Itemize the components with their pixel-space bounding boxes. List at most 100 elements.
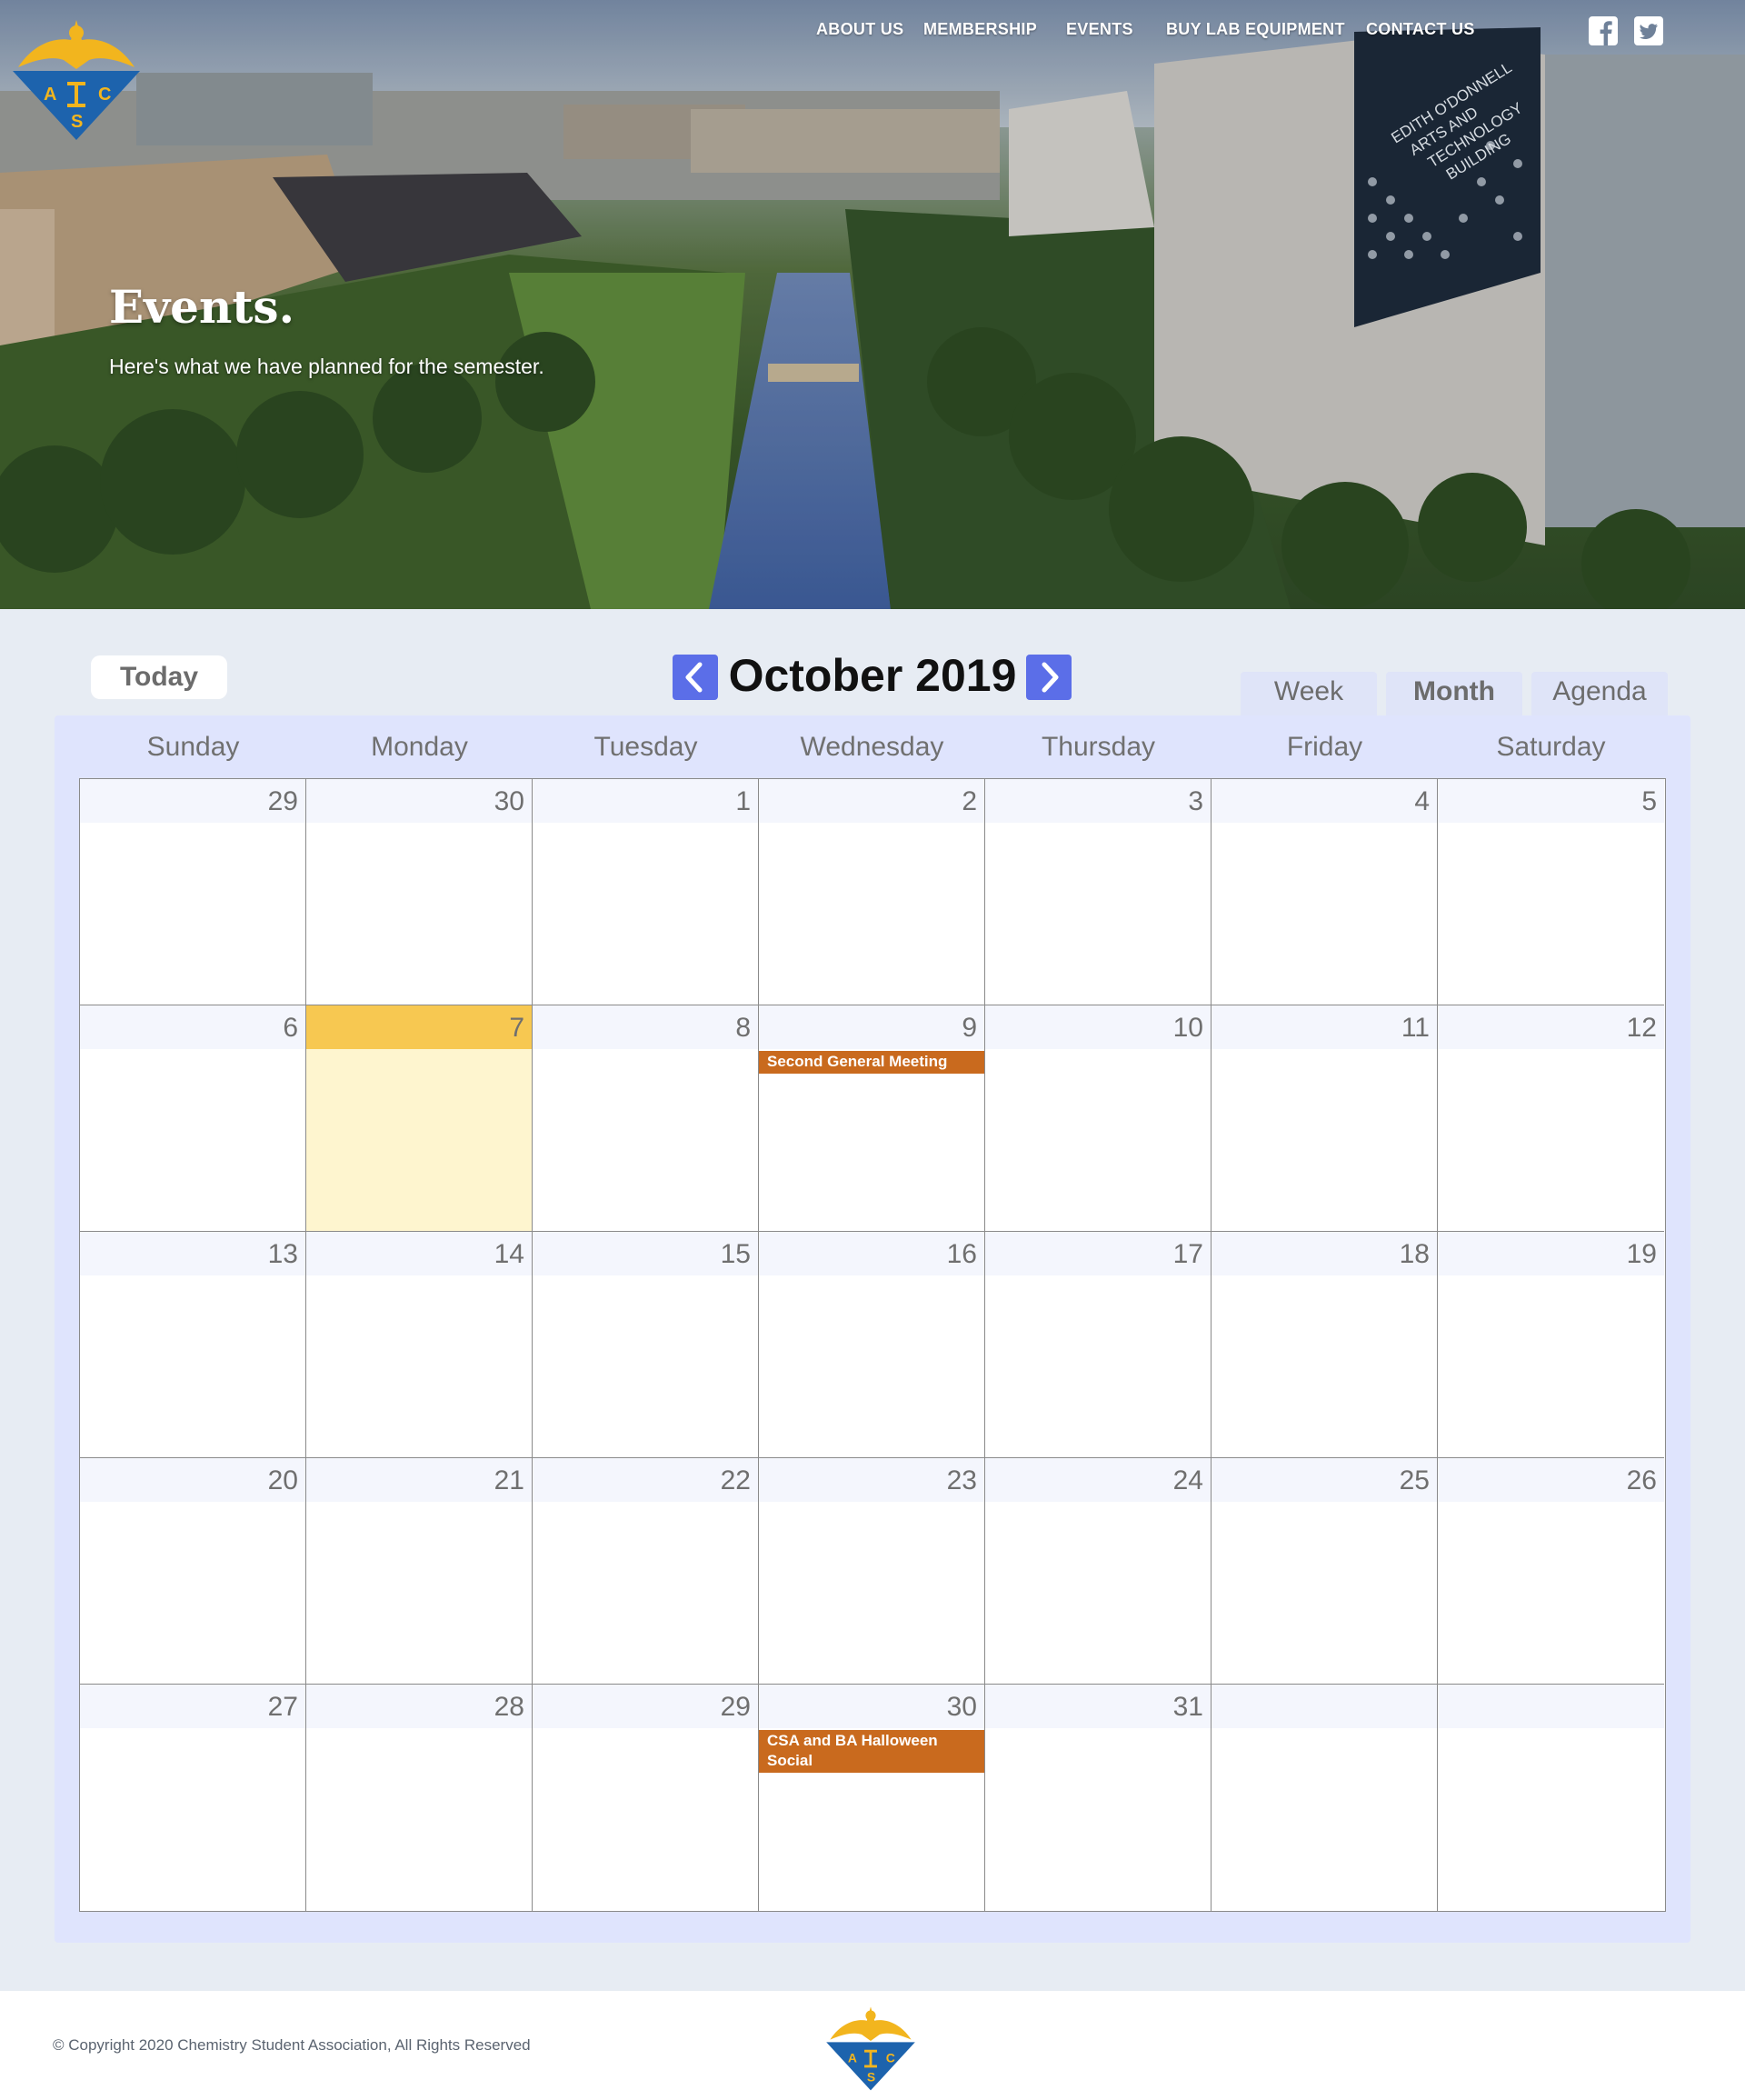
day-cell[interactable]: 14	[306, 1232, 533, 1458]
prev-month-button[interactable]	[673, 655, 718, 700]
day-cell-header	[1438, 1685, 1664, 1728]
day-number: 26	[1626, 1465, 1657, 1495]
day-cell[interactable]: 23	[759, 1458, 985, 1685]
calendar-event[interactable]: CSA and BA Halloween Social	[759, 1730, 984, 1773]
logo-letter-c: C	[98, 85, 111, 105]
nav-events[interactable]: EVENTS	[1066, 20, 1133, 39]
day-cell[interactable]: 19	[1438, 1232, 1664, 1458]
day-number: 21	[494, 1465, 524, 1495]
day-cell[interactable]: 1	[533, 779, 759, 1005]
day-number: 2	[962, 786, 977, 816]
day-cell[interactable]: 30 CSA and BA Halloween Social	[759, 1685, 985, 1911]
day-number: 11	[1401, 1013, 1430, 1043]
main-nav: ABOUT US MEMBERSHIP EVENTS BUY LAB EQUIP…	[0, 20, 1745, 47]
day-cell[interactable]: 15	[533, 1232, 759, 1458]
day-number: 16	[946, 1239, 977, 1269]
day-number: 4	[1414, 786, 1430, 816]
day-cell-header	[80, 1005, 305, 1049]
weekday-header: Saturday	[1496, 732, 1606, 762]
tab-week[interactable]: Week	[1241, 672, 1377, 715]
day-number: 20	[267, 1465, 298, 1495]
day-cell[interactable]: 28	[306, 1685, 533, 1911]
day-cell[interactable]: 30	[306, 779, 533, 1005]
day-number: 18	[1399, 1239, 1430, 1269]
day-number: 22	[720, 1465, 751, 1495]
day-cell[interactable]: 16	[759, 1232, 985, 1458]
day-cell[interactable]: 10	[985, 1005, 1212, 1232]
nav-contact-us[interactable]: CONTACT US	[1366, 20, 1475, 39]
day-cell[interactable]: 12	[1438, 1005, 1664, 1232]
footer-acs-logo[interactable]: A C S	[823, 2002, 919, 2093]
day-number: 6	[283, 1013, 298, 1043]
hero-banner: EDITH O'DONNELL ARTS AND TECHNOLOGY BUIL…	[0, 0, 1745, 609]
day-number: 9	[962, 1013, 977, 1043]
day-number: 10	[1172, 1013, 1203, 1043]
footer-logo-letter-c: C	[886, 2051, 895, 2065]
day-cell[interactable]: 17	[985, 1232, 1212, 1458]
day-number: 12	[1626, 1013, 1657, 1043]
nav-about-us[interactable]: ABOUT US	[816, 20, 903, 39]
day-cell[interactable]	[1212, 1685, 1438, 1911]
tab-month[interactable]: Month	[1386, 672, 1522, 715]
day-number: 23	[946, 1465, 977, 1495]
weekday-header: Thursday	[1041, 732, 1156, 762]
tab-agenda[interactable]: Agenda	[1531, 672, 1668, 715]
twitter-icon[interactable]	[1634, 16, 1663, 45]
nav-membership[interactable]: MEMBERSHIP	[923, 20, 1037, 39]
day-cell-header	[533, 779, 758, 823]
day-cell[interactable]: 13	[80, 1232, 306, 1458]
day-cell[interactable]: 27	[80, 1685, 306, 1911]
next-month-button[interactable]	[1026, 655, 1072, 700]
logo-letter-a: A	[44, 85, 56, 105]
day-number: 15	[720, 1239, 751, 1269]
day-cell[interactable]: 20	[80, 1458, 306, 1685]
nav-buy-lab-equipment[interactable]: BUY LAB EQUIPMENT	[1166, 20, 1345, 39]
facebook-icon[interactable]	[1589, 16, 1618, 45]
footer-logo-letter-s: S	[867, 2070, 875, 2085]
day-cell-header	[306, 1005, 532, 1049]
day-number: 17	[1172, 1239, 1203, 1269]
day-number: 8	[735, 1013, 751, 1043]
day-number: 25	[1399, 1465, 1430, 1495]
day-number: 29	[720, 1692, 751, 1722]
day-cell[interactable]: 29	[533, 1685, 759, 1911]
calendar-event[interactable]: Second General Meeting	[759, 1051, 984, 1074]
day-cell[interactable]: 3	[985, 779, 1212, 1005]
day-number: 29	[267, 786, 298, 816]
day-number: 30	[494, 786, 524, 816]
day-cell[interactable]: 18	[1212, 1232, 1438, 1458]
day-cell-header	[985, 779, 1211, 823]
day-cell[interactable]: 9 Second General Meeting	[759, 1005, 985, 1232]
day-cell[interactable]: 8	[533, 1005, 759, 1232]
day-cell-header	[1212, 1685, 1437, 1728]
day-number: 24	[1172, 1465, 1203, 1495]
today-button[interactable]: Today	[91, 655, 227, 699]
day-cell-header	[1438, 779, 1664, 823]
day-cell-header	[759, 1005, 984, 1049]
day-cell[interactable]: 11	[1212, 1005, 1438, 1232]
day-cell[interactable]: 26	[1438, 1458, 1664, 1685]
footer-logo-letter-a: A	[848, 2051, 857, 2065]
day-cell[interactable]: 6	[80, 1005, 306, 1232]
day-number: 27	[267, 1692, 298, 1722]
hero-subtitle: Here's what we have planned for the seme…	[109, 355, 544, 378]
copyright-text: © Copyright 2020 Chemistry Student Assoc…	[53, 2036, 531, 2054]
weekday-header: Tuesday	[593, 732, 698, 762]
day-cell[interactable]: 21	[306, 1458, 533, 1685]
day-cell[interactable]: 4	[1212, 779, 1438, 1005]
day-cell[interactable]: 29	[80, 779, 306, 1005]
day-cell[interactable]: 2	[759, 779, 985, 1005]
day-cell-header	[759, 779, 984, 823]
footer: © Copyright 2020 Chemistry Student Assoc…	[0, 1991, 1745, 2100]
day-number: 5	[1641, 786, 1657, 816]
day-cell[interactable]: 5	[1438, 779, 1664, 1005]
day-cell[interactable]: 31	[985, 1685, 1212, 1911]
weekday-header: Friday	[1286, 732, 1363, 762]
chevron-right-icon	[1042, 662, 1059, 693]
day-cell-today[interactable]: 7	[306, 1005, 533, 1232]
month-title: October 2019	[728, 650, 1017, 701]
day-cell[interactable]: 24	[985, 1458, 1212, 1685]
day-cell[interactable]	[1438, 1685, 1664, 1911]
day-cell[interactable]: 22	[533, 1458, 759, 1685]
day-cell[interactable]: 25	[1212, 1458, 1438, 1685]
